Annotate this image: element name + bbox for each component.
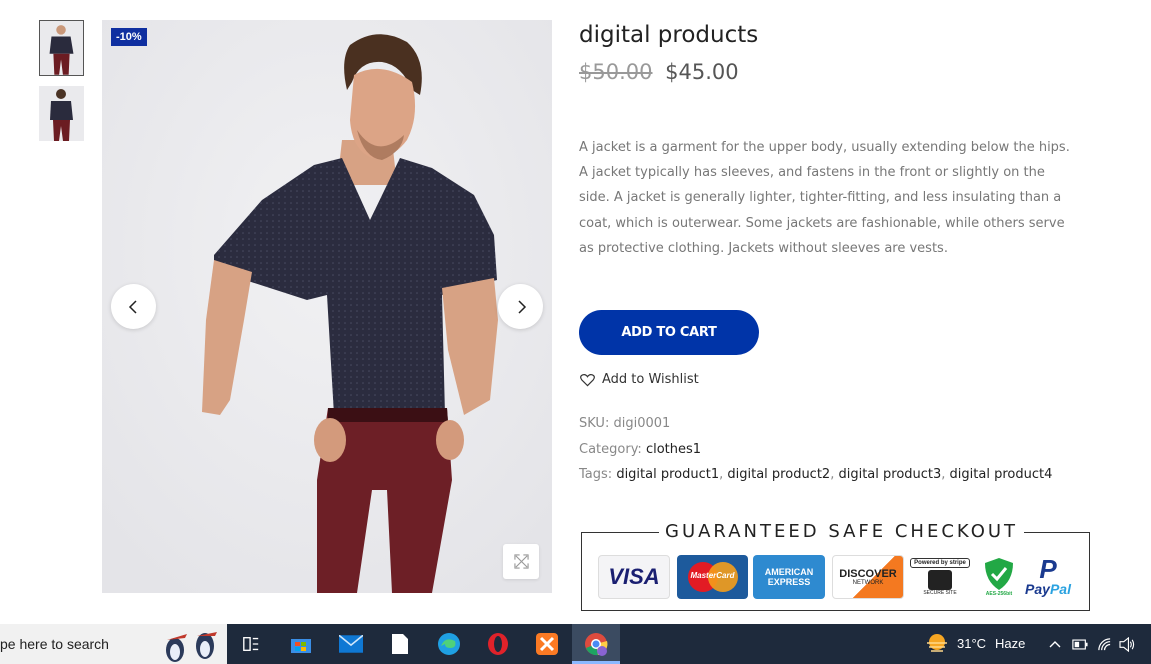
thumbnail-back[interactable]: [39, 86, 84, 141]
mail-icon[interactable]: [335, 628, 367, 660]
amex-text-1: AMERICAN: [764, 567, 814, 577]
heart-icon: [580, 373, 595, 386]
mastercard-logo: MasterCard: [677, 555, 748, 599]
penguins-icon: [166, 632, 217, 662]
edge-icon[interactable]: [433, 628, 465, 660]
tag-link[interactable]: digital product1: [616, 467, 719, 482]
safe-checkout-title: GUARANTEED SAFE CHECKOUT: [659, 521, 1025, 542]
weather-condition[interactable]: Haze: [995, 636, 1025, 651]
store-icon[interactable]: [285, 628, 317, 660]
discover-text-2: NETWORK: [852, 580, 884, 586]
add-to-cart-button[interactable]: ADD TO CART: [579, 310, 759, 355]
mastercard-text: MasterCard: [690, 571, 735, 580]
model-photo: [102, 20, 552, 593]
sku-label: SKU:: [579, 416, 610, 431]
thumbnail-front[interactable]: [39, 20, 84, 76]
add-to-wishlist-link[interactable]: Add to Wishlist: [580, 372, 699, 387]
chrome-icon[interactable]: [580, 628, 612, 660]
price: $50.00 $45.00: [579, 60, 739, 84]
zoom-button[interactable]: [503, 544, 539, 579]
sale-price: $45.00: [665, 60, 739, 84]
shield-check-icon: [985, 558, 1013, 590]
tag-link[interactable]: digital product2: [727, 467, 830, 482]
taskbar-search-box[interactable]: pe here to search: [0, 624, 227, 664]
discover-logo: DISCOVER NETWORK: [832, 555, 904, 599]
paypal-logo: P PayPal: [1022, 555, 1074, 599]
tag-link[interactable]: digital product3: [838, 467, 941, 482]
wifi-icon[interactable]: [1097, 637, 1112, 652]
thumbnail-back-image: [39, 86, 84, 141]
volume-icon[interactable]: [1119, 637, 1136, 652]
chevron-left-icon: [128, 299, 137, 314]
aes-text: AES-256bit: [985, 591, 1013, 597]
secure-site-text: SECURE SITE: [923, 590, 957, 596]
next-image-button[interactable]: [498, 284, 543, 329]
aes-shield-logo: AES-256bit: [982, 555, 1016, 599]
discount-badge: -10%: [111, 28, 147, 46]
file-icon[interactable]: [384, 628, 416, 660]
product-title: digital products: [579, 22, 759, 48]
main-product-image[interactable]: [102, 20, 552, 593]
wishlist-label: Add to Wishlist: [602, 372, 699, 387]
previous-image-button[interactable]: [111, 284, 156, 329]
chevron-up-icon[interactable]: [1049, 640, 1061, 648]
sku-row: SKU: digi0001: [579, 416, 670, 431]
windows-taskbar: pe here to search 31°C Haze: [0, 624, 1151, 664]
stripe-secure-logo: Powered by stripe SECURE SITE: [910, 555, 970, 599]
product-description: A jacket is a garment for the upper body…: [579, 140, 1070, 256]
category-row: Category: clothes1: [579, 442, 701, 457]
battery-icon[interactable]: [1072, 639, 1088, 650]
lock-icon: [928, 570, 952, 590]
sku-value: digi0001: [613, 416, 671, 431]
old-price: $50.00: [579, 60, 653, 84]
visa-logo: VISA: [598, 555, 670, 599]
task-view-icon[interactable]: [235, 628, 267, 660]
visa-text: VISA: [608, 564, 660, 589]
category-link[interactable]: clothes1: [646, 442, 701, 457]
expand-icon: [513, 554, 529, 569]
paypal-p-icon: P: [1039, 554, 1057, 584]
tags-label: Tags:: [579, 467, 613, 482]
thumbnail-front-image: [40, 21, 83, 75]
weather-haze-icon: [927, 634, 947, 652]
tags-row: Tags: digital product1, digital product2…: [579, 467, 1052, 482]
xampp-icon[interactable]: [531, 628, 563, 660]
product-page: -10% digital products $50.00 $45.00 A ja…: [0, 0, 1151, 624]
category-label: Category:: [579, 442, 642, 457]
search-placeholder: pe here to search: [0, 636, 109, 652]
opera-icon[interactable]: [482, 628, 514, 660]
tag-separator: ,: [941, 467, 950, 482]
discover-text-1: DISCOVER: [839, 568, 897, 580]
chevron-right-icon: [517, 299, 526, 314]
amex-logo: AMERICAN EXPRESS: [753, 555, 825, 599]
weather-temperature[interactable]: 31°C: [957, 636, 986, 651]
paypal-text-pay: Pay: [1025, 581, 1050, 597]
amex-text-2: EXPRESS: [767, 577, 811, 587]
tag-link[interactable]: digital product4: [950, 467, 1053, 482]
paypal-text-pal: Pal: [1049, 581, 1071, 597]
stripe-text: Powered by stripe: [910, 558, 970, 568]
